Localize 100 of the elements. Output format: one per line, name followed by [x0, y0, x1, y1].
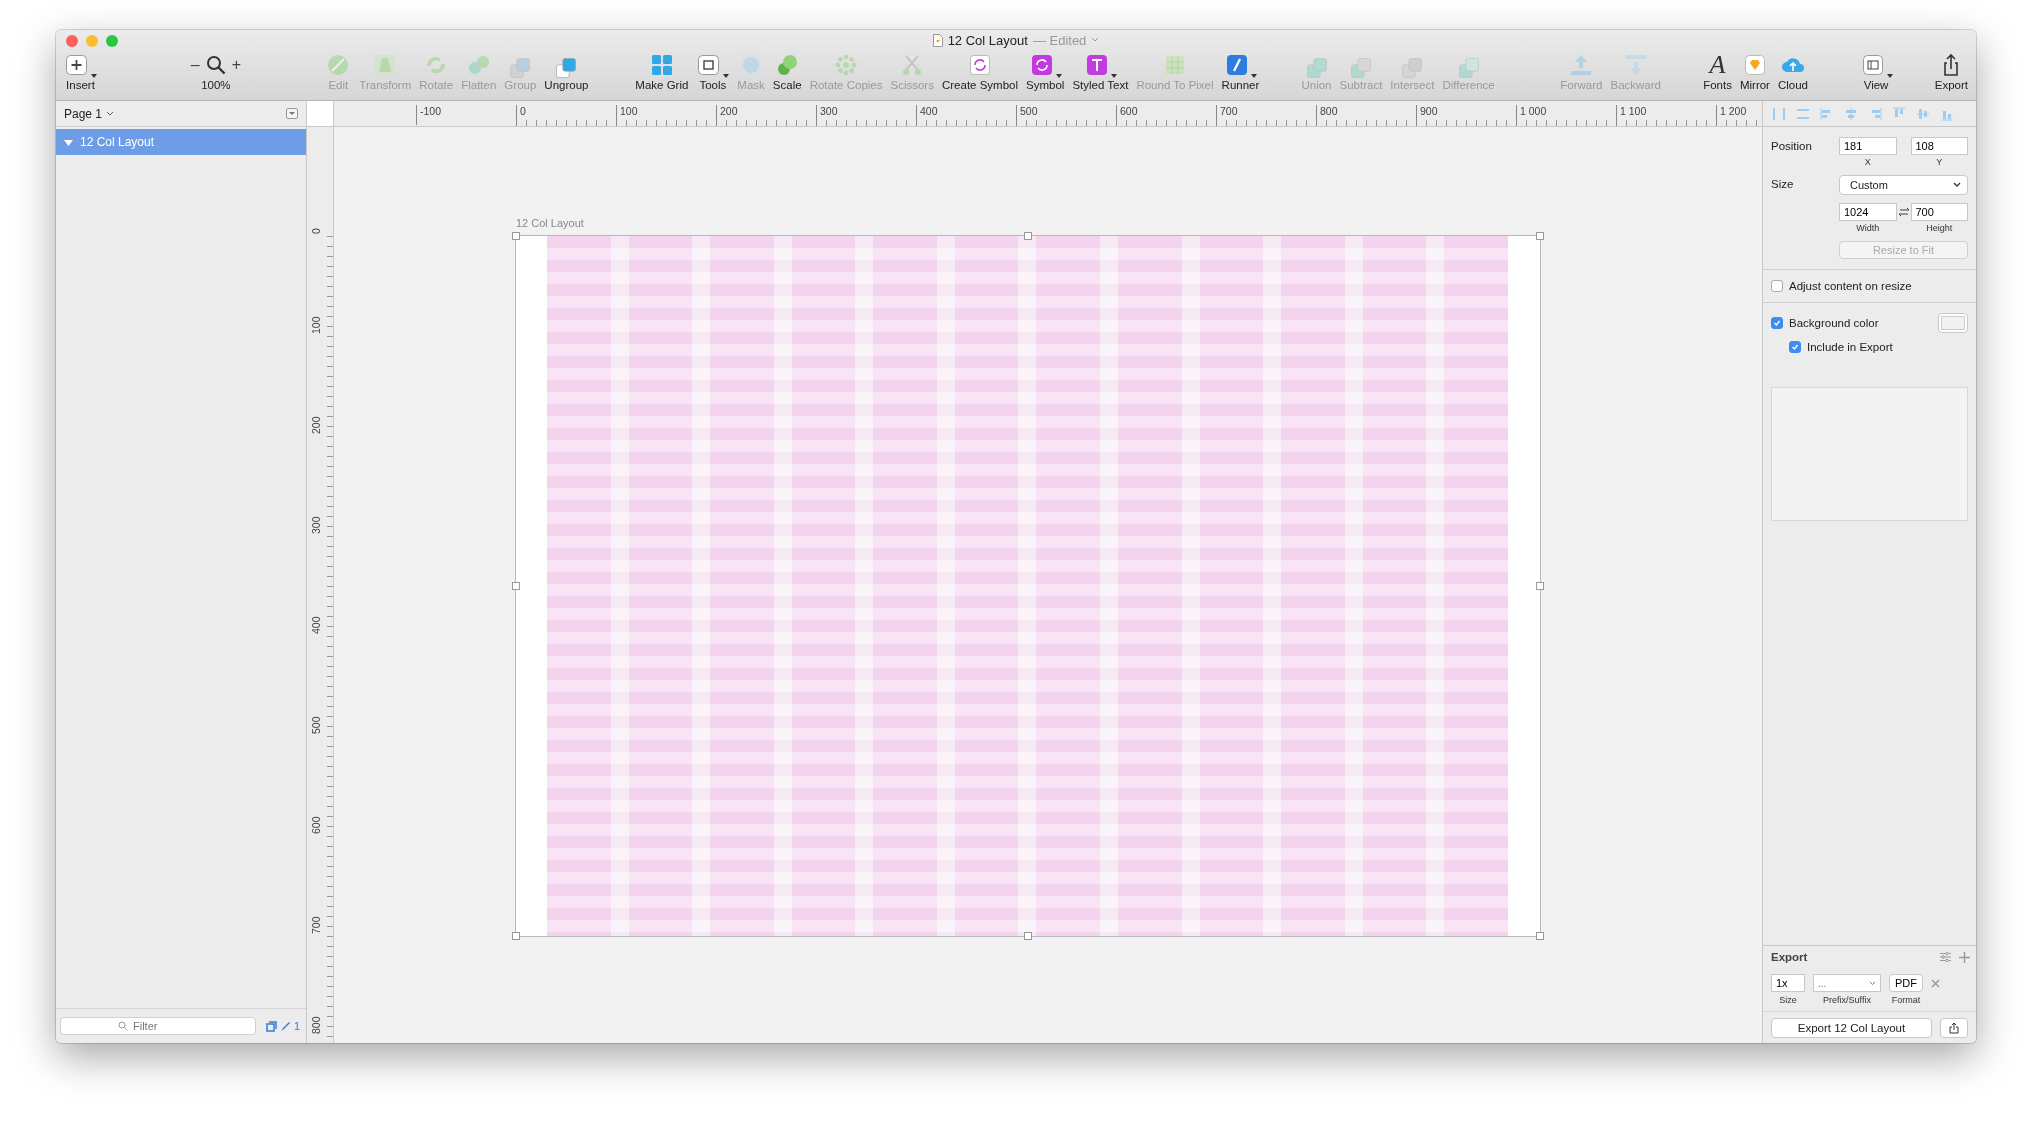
minimize-button[interactable]: [86, 35, 98, 47]
selection-count: 1: [293, 1020, 300, 1032]
toolbar-button[interactable]: Runner: [1221, 52, 1260, 91]
sliders-icon[interactable]: [1940, 952, 1951, 962]
close-icon[interactable]: [1931, 979, 1940, 988]
width-field[interactable]: 1024: [1839, 203, 1897, 221]
checkbox-label: Adjust content on resize: [1789, 280, 1912, 292]
distribute-horizontally-icon[interactable]: [1771, 105, 1787, 122]
prefix-suffix-caption: Prefix/Suffix: [1823, 995, 1871, 1005]
ruler-label: 1 200: [1716, 105, 1747, 125]
filter-field[interactable]: Filter: [60, 1017, 256, 1035]
ruler-label: 100: [310, 316, 322, 334]
zoom-icon[interactable]: [205, 55, 226, 75]
export-title: Export: [1771, 951, 1808, 963]
share-icon: [1949, 1022, 1959, 1034]
ruler-label: 600: [310, 816, 322, 834]
size-caption: Size: [1779, 995, 1797, 1005]
resize-handle[interactable]: [1024, 232, 1032, 240]
resize-handle[interactable]: [1024, 932, 1032, 940]
ruler-label: 800: [1316, 105, 1338, 125]
toolbar-button[interactable]: Create Symbol: [941, 52, 1018, 91]
position-label: Position: [1771, 139, 1813, 152]
zoom-level: 100%: [201, 79, 231, 91]
difference-icon: [1458, 58, 1479, 78]
squares-icon: [510, 58, 531, 78]
size-preset-dropdown[interactable]: Custom: [1839, 175, 1968, 195]
window-title: 12 Col Layout: [947, 32, 1028, 48]
ruler-label: 100: [616, 105, 638, 125]
checkbox[interactable]: [1771, 280, 1783, 292]
intersect-icon: [1402, 58, 1423, 78]
x-field[interactable]: 181: [1839, 137, 1897, 155]
prefix-suffix-field[interactable]: ...: [1813, 974, 1881, 992]
resize-handle[interactable]: [512, 932, 520, 940]
collapse-icon[interactable]: [286, 108, 298, 119]
checkbox-label: Background color: [1789, 317, 1879, 329]
ruler-label: 800: [310, 1016, 322, 1034]
y-label: Y: [1936, 157, 1943, 167]
chevron-down-icon: [1953, 182, 1961, 188]
toolbar-button[interactable]: Scale: [772, 52, 802, 91]
ruler-label: 1 000: [1516, 105, 1547, 125]
ruler-label: 500: [310, 716, 322, 734]
zoom-button[interactable]: [106, 35, 118, 47]
toolbar-button[interactable]: Tools: [696, 52, 730, 91]
checkbox-label: Include in Export: [1807, 341, 1893, 353]
chevron-down-icon: [1869, 981, 1876, 986]
chevron-down-icon[interactable]: [1091, 37, 1100, 43]
add-icon[interactable]: [1959, 951, 1970, 963]
document-status: — Edited: [1032, 32, 1087, 48]
disclosure-triangle-icon[interactable]: [64, 137, 73, 147]
toolbar-button[interactable]: Make Grid: [635, 52, 689, 91]
chevron-down-icon: [106, 110, 115, 117]
search-icon: [118, 1021, 128, 1031]
union-icon: [1306, 58, 1327, 78]
checkbox[interactable]: [1771, 317, 1783, 329]
resize-handle[interactable]: [1536, 232, 1544, 240]
squares-icon: [556, 58, 577, 78]
toolbar-button[interactable]: Mirror: [1739, 52, 1770, 91]
pen-icon[interactable]: [279, 1020, 291, 1032]
ruler-label: -100: [416, 105, 441, 125]
toolbar-button[interactable]: Insert: [64, 52, 97, 91]
export-button[interactable]: Export 12 Col Layout: [1771, 1018, 1932, 1038]
page-selector[interactable]: Page 1: [64, 106, 115, 121]
color-swatch[interactable]: [1938, 313, 1968, 333]
fonts-icon: A: [1709, 52, 1726, 78]
ruler-label: 900: [1416, 105, 1438, 125]
toolbar-button[interactable]: Ungroup: [544, 52, 589, 91]
squares-icon[interactable]: [265, 1020, 277, 1032]
width-label: Width: [1856, 223, 1880, 233]
toolbar-button[interactable]: Cloud: [1777, 52, 1808, 91]
height-field[interactable]: 700: [1910, 203, 1968, 221]
checkmark-icon: [1791, 343, 1799, 351]
zoom-in-button[interactable]: +: [231, 56, 241, 74]
y-field[interactable]: 108: [1910, 137, 1968, 155]
resize-handle[interactable]: [512, 232, 520, 240]
resize-handle[interactable]: [1536, 932, 1544, 940]
ruler-label: 700: [1216, 105, 1238, 125]
ruler-label: 700: [310, 916, 322, 934]
checkmark-icon: [1773, 319, 1781, 327]
zoom-out-button[interactable]: –: [190, 56, 200, 74]
ruler-label: 1 100: [1616, 105, 1647, 125]
toolbar-button[interactable]: Styled Text: [1072, 52, 1129, 91]
ruler-label: 300: [310, 516, 322, 534]
toolbar-button[interactable]: View: [1859, 52, 1893, 91]
checkbox[interactable]: [1789, 341, 1801, 353]
resize-handle[interactable]: [1536, 582, 1544, 590]
share-button[interactable]: [1940, 1018, 1968, 1038]
toolbar-button[interactable]: Symbol: [1026, 52, 1065, 91]
toolbar-button[interactable]: A Fonts: [1703, 52, 1732, 91]
resize-handle[interactable]: [512, 582, 520, 590]
ruler-label: 500: [1016, 105, 1038, 125]
document-icon: [932, 33, 943, 47]
plus-icon: [64, 52, 90, 78]
close-button[interactable]: [66, 35, 78, 47]
format-button[interactable]: PDF: [1889, 974, 1923, 992]
x-label: X: [1864, 157, 1871, 167]
align-center-icon[interactable]: [1843, 105, 1859, 122]
export-size-field[interactable]: 1x: [1771, 974, 1805, 992]
ruler-label: 200: [310, 416, 322, 434]
toolbar-button[interactable]: Export: [1934, 52, 1968, 91]
ruler-label: 400: [310, 616, 322, 634]
